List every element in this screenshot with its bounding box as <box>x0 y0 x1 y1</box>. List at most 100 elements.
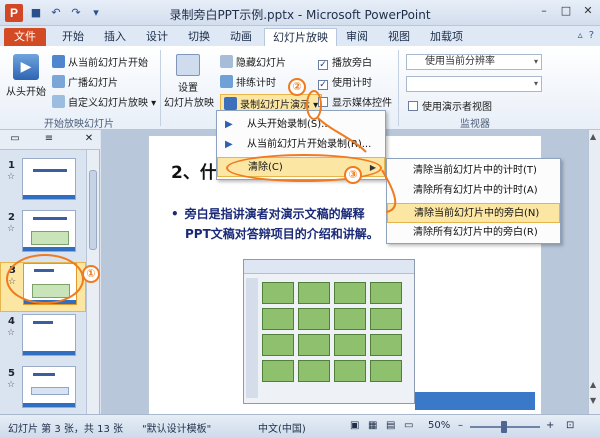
chevron-down-icon: ▾ <box>533 79 538 88</box>
broadcast-icon <box>52 75 65 88</box>
annotation-marker-3: ③ <box>344 166 362 184</box>
from-current-button[interactable]: 从当前幻灯片开始 <box>52 54 148 69</box>
annotation-ellipse-dropdown <box>306 90 322 120</box>
theme-name: "默认设计模板" <box>142 424 212 435</box>
thumbnail-slide-5[interactable]: 5 ☆ <box>0 366 86 416</box>
normal-view-icon[interactable]: ▣ <box>350 420 359 431</box>
menu-record-from-current[interactable]: ▶ 从当前幻灯片开始录制(R)... <box>217 135 385 155</box>
annotation-marker-1: ① <box>82 265 100 283</box>
record-start-icon: ▶ <box>225 119 233 130</box>
status-bar: 幻灯片 第 3 张，共 13 张 "默认设计模板" 中文(中国) ▣ ▦ ▤ ▭… <box>0 414 600 438</box>
setup-show-button[interactable]: 设置 幻灯片放映 <box>164 54 214 109</box>
hide-slide-button[interactable]: 隐藏幻灯片 <box>220 54 286 69</box>
tab-slideshow[interactable]: 幻灯片放映 <box>264 28 337 46</box>
thumbnail-slide-2[interactable]: 2 ☆ <box>0 210 86 260</box>
animation-star-icon: ☆ <box>7 380 16 390</box>
help-icon[interactable]: ? <box>589 30 594 41</box>
show-media-controls-checkbox[interactable]: 显示媒体控件 <box>318 94 392 109</box>
use-timings-check-icon: ✓ <box>318 80 328 90</box>
menu-clear-all-timings[interactable]: 清除所有幻灯片中的计时(A) <box>387 181 560 201</box>
play-current-icon <box>52 55 65 68</box>
menu-clear-all-narrations[interactable]: 清除所有幻灯片中的旁白(R) <box>387 223 560 243</box>
slideshow-view-icon[interactable]: ▭ <box>404 420 413 431</box>
tab-row-icons: ▵ ? <box>578 30 594 41</box>
window-controls: – □ ✕ <box>536 4 596 18</box>
from-beginning-button[interactable]: ▶ 从头开始 <box>6 54 46 98</box>
chevron-down-icon: ▾ <box>533 57 538 66</box>
play-narrations-check-icon: ✓ <box>318 60 328 70</box>
zoom-slider-knob[interactable] <box>501 421 507 433</box>
presenter-view-check-icon <box>408 101 418 111</box>
group-label-start: 开始放映幻灯片 <box>44 119 114 130</box>
tab-addins[interactable]: 加载项 <box>422 28 471 46</box>
tab-review[interactable]: 审阅 <box>338 28 376 46</box>
custom-show-icon <box>52 95 65 108</box>
tab-insert[interactable]: 插入 <box>96 28 134 46</box>
close-panel-icon[interactable]: ✕ <box>82 133 96 145</box>
menu-record-from-beginning[interactable]: ▶ 从头开始录制(S)... <box>217 115 385 135</box>
maximize-icon[interactable]: □ <box>558 4 574 18</box>
tab-design[interactable]: 设计 <box>138 28 176 46</box>
play-large-icon: ▶ <box>13 54 39 80</box>
thumbnail-slide-1[interactable]: 1 ☆ <box>0 158 86 208</box>
record-icon <box>224 97 237 110</box>
tab-animations[interactable]: 动画 <box>222 28 260 46</box>
annotation-ellipse-thumbnail <box>6 254 84 304</box>
title-bar: P ■ ↶ ↷ ▾ 录制旁白PPT示例.pptx - Microsoft Pow… <box>0 0 600 26</box>
menu-clear-current-narration[interactable]: 清除当前幻灯片中的旁白(N) <box>387 203 560 223</box>
presenter-view-checkbox[interactable]: 使用演示者视图 <box>408 98 492 113</box>
ribbon-separator <box>160 50 161 126</box>
ribbon-separator <box>398 50 399 126</box>
record-current-icon: ▶ <box>225 139 233 150</box>
from-beginning-label: 从头开始 <box>6 87 46 98</box>
outline-tab-icon[interactable]: ≡ <box>42 133 56 145</box>
resolution-dropdown[interactable]: 使用当前分辨率 ▾ <box>406 54 542 70</box>
broadcast-button[interactable]: 广播幻灯片 <box>52 74 118 89</box>
close-icon[interactable]: ✕ <box>580 4 596 18</box>
zoom-level[interactable]: 50% <box>428 420 450 431</box>
rehearse-timings-button[interactable]: 排练计时 <box>220 74 276 89</box>
use-timings-checkbox[interactable]: ✓ 使用计时 <box>318 74 372 90</box>
thumbnail-image <box>22 314 76 356</box>
scrollbar-thumb[interactable] <box>89 170 97 250</box>
minimize-icon[interactable]: – <box>536 4 552 18</box>
zoom-in-icon[interactable]: + <box>546 420 554 431</box>
next-slide-icon[interactable]: ▼ <box>590 396 596 405</box>
embedded-screenshot-image <box>243 259 415 404</box>
thumbnail-image <box>22 210 76 252</box>
menu-clear-current-timings[interactable]: 清除当前幻灯片中的计时(T) <box>387 161 560 181</box>
thumbnail-slide-4[interactable]: 4 ☆ <box>0 314 86 364</box>
tab-home[interactable]: 开始 <box>54 28 92 46</box>
zoom-out-icon[interactable]: – <box>458 420 463 431</box>
language[interactable]: 中文(中国) <box>258 420 306 435</box>
scroll-up-icon[interactable]: ▲ <box>590 132 596 141</box>
custom-show-button[interactable]: 自定义幻灯片放映 ▾ <box>52 94 156 109</box>
tab-view[interactable]: 视图 <box>380 28 418 46</box>
rehearse-icon <box>220 75 233 88</box>
play-narrations-checkbox[interactable]: ✓ 播放旁白 <box>318 54 372 70</box>
group-label-monitors: 监视器 <box>460 119 490 130</box>
tab-transitions[interactable]: 切换 <box>180 28 218 46</box>
setup-show-icon <box>176 54 200 76</box>
slides-tab-icon[interactable]: ▭ <box>8 133 22 145</box>
slide-sorter-icon[interactable]: ▦ <box>368 420 377 431</box>
panel-tabs: ▭ ≡ ✕ <box>0 130 100 150</box>
thumbnail-image <box>22 158 76 200</box>
thumbnail-image <box>22 366 76 408</box>
animation-star-icon: ☆ <box>7 328 16 338</box>
annotation-marker-2: ② <box>288 78 306 96</box>
reading-view-icon[interactable]: ▤ <box>386 420 395 431</box>
animation-star-icon: ☆ <box>7 224 16 234</box>
animation-star-icon: ☆ <box>7 172 16 182</box>
slide-vertical-scrollbar[interactable]: ▲ ▲ ▼ <box>588 130 600 414</box>
show-on-dropdown[interactable]: ▾ <box>406 76 542 92</box>
hide-slide-icon <box>220 55 233 68</box>
prev-slide-icon[interactable]: ▲ <box>590 380 596 389</box>
minimize-ribbon-icon[interactable]: ▵ <box>578 30 583 41</box>
ribbon-tabs: 文件 开始 插入 设计 切换 动画 幻灯片放映 审阅 视图 加载项 ▵ ? <box>0 26 600 46</box>
bullet-icon: • <box>171 207 179 221</box>
slide-title: 2、什 <box>171 163 217 183</box>
window-title: 录制旁白PPT示例.pptx - Microsoft PowerPoint <box>169 8 431 22</box>
tab-file[interactable]: 文件 <box>4 28 46 46</box>
fit-window-icon[interactable]: ⊡ <box>566 420 574 431</box>
